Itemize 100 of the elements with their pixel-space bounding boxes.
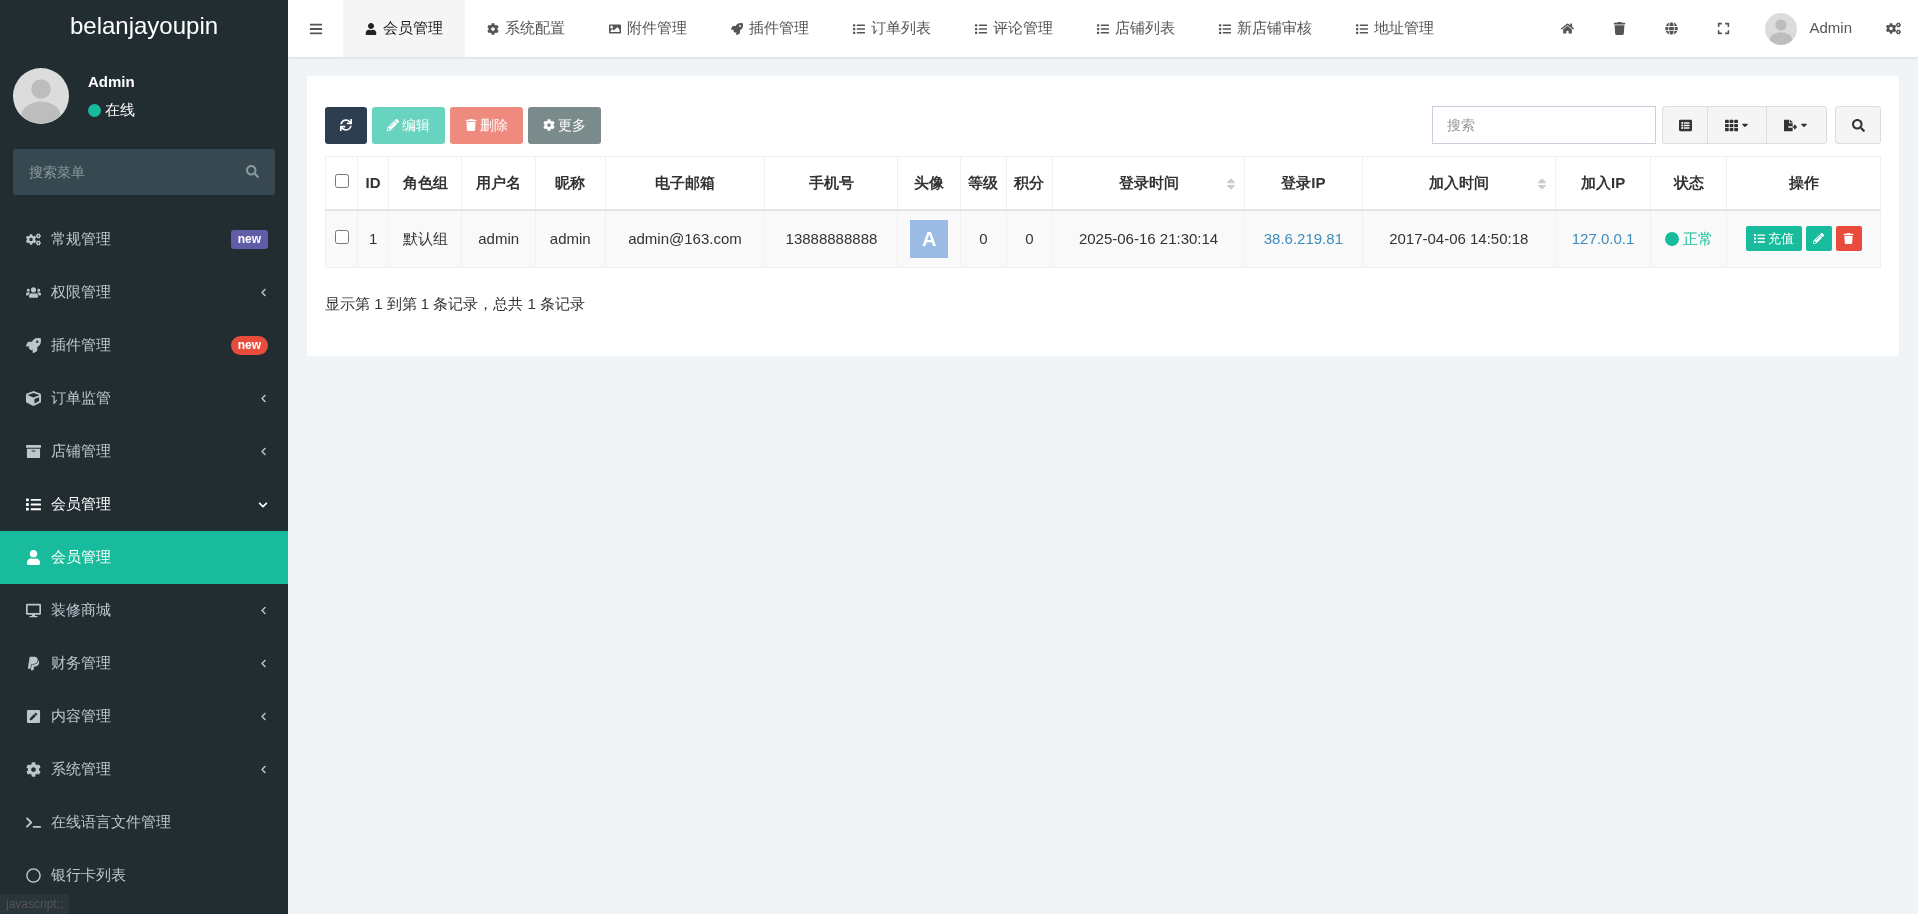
letter-avatar: A — [910, 219, 949, 258]
settings-icon — [543, 119, 555, 131]
column-header: 头像 — [914, 173, 945, 191]
column-header: 加入IP — [1580, 173, 1626, 191]
table-search-field[interactable]: 搜索 — [1432, 106, 1656, 144]
column-header: 操作 — [1788, 173, 1819, 191]
menu-item[interactable]: 店铺管理 — [0, 425, 288, 478]
menu-item[interactable]: 在线语言文件管理 — [0, 796, 288, 849]
cube-icon — [26, 391, 41, 406]
menu-label: 会员管理 — [51, 494, 112, 515]
user-name: Admin — [88, 71, 135, 92]
table-cell: admin — [478, 229, 520, 247]
menu-item[interactable]: 常规管理 new — [0, 213, 288, 266]
list-icon — [853, 22, 865, 35]
nav-tab[interactable]: 店铺列表 — [1075, 0, 1197, 57]
table-cell: 默认组 — [402, 229, 448, 247]
column-header: 角色组 — [402, 173, 448, 191]
menu-label: 装修商城 — [51, 600, 112, 621]
edit-row-icon[interactable] — [1805, 226, 1832, 252]
menu-item[interactable]: 会员管理 — [0, 478, 288, 531]
menu-label: 权限管理 — [51, 282, 112, 303]
menu-item[interactable]: 权限管理 — [0, 266, 288, 319]
header-user-name[interactable]: Admin — [1809, 17, 1852, 40]
rocket-icon — [731, 22, 743, 35]
list-icon — [1678, 118, 1692, 132]
column-header: ID — [365, 173, 381, 191]
menu-label: 插件管理 — [51, 335, 112, 356]
pagination-info: 显示第 1 到第 1 条记录，总共 1 条记录 — [325, 294, 587, 314]
brand-logo[interactable]: belanjayoupin — [69, 8, 219, 44]
menu-item[interactable]: 内容管理 — [0, 690, 288, 743]
list-icon — [1219, 22, 1231, 35]
menu-label: 财务管理 — [51, 653, 112, 674]
nav-tab[interactable]: 附件管理 — [587, 0, 709, 57]
list-icon — [26, 497, 41, 512]
refresh-button[interactable] — [325, 106, 367, 144]
user-icon — [365, 22, 377, 35]
settings-icon — [26, 762, 41, 777]
nav-tab[interactable]: 系统配置 — [465, 0, 587, 57]
menu-item[interactable]: 订单监管 — [0, 372, 288, 425]
list-icon — [1356, 22, 1368, 35]
monitor-icon — [26, 603, 41, 618]
column-header: 用户名 — [476, 173, 522, 191]
column-header: 昵称 — [555, 173, 586, 191]
terminal-icon — [26, 815, 41, 830]
column-header: 等级 — [968, 173, 999, 191]
delete-row-icon[interactable] — [1835, 226, 1862, 252]
menu-label: 常规管理 — [51, 229, 112, 250]
menu-item[interactable]: 财务管理 — [0, 637, 288, 690]
more-button[interactable]: 更多 — [528, 106, 601, 144]
nav-tab[interactable]: 新店铺审核 — [1197, 0, 1334, 57]
nav-tab[interactable]: 插件管理 — [709, 0, 831, 57]
list-icon — [1097, 22, 1109, 35]
search-button[interactable] — [1835, 106, 1881, 144]
header-avatar-icon — [1765, 12, 1798, 45]
export-icon — [1784, 118, 1797, 132]
menu-item[interactable]: 插件管理 new — [0, 319, 288, 372]
column-header: 手机号 — [808, 173, 854, 191]
user-icon — [26, 550, 41, 565]
menu-label: 系统管理 — [51, 759, 112, 780]
menu-label: 店铺管理 — [51, 441, 112, 462]
nav-tab[interactable]: 地址管理 — [1334, 0, 1456, 57]
nav-tab[interactable]: 评论管理 — [953, 0, 1075, 57]
search-icon — [246, 165, 259, 178]
menu-item[interactable]: 装修商城 — [0, 584, 288, 637]
table-cell: 0 — [979, 229, 988, 247]
table-cell: 0 — [1025, 229, 1034, 247]
column-header: 积分 — [1014, 173, 1045, 191]
table-cell: 2017-04-06 14:50:18 — [1389, 229, 1529, 247]
menu-label: 银行卡列表 — [51, 865, 127, 886]
nav-tab[interactable]: 会员管理 — [343, 0, 465, 57]
nav-tab[interactable]: 订单列表 — [831, 0, 953, 57]
grid-icon — [1724, 118, 1738, 132]
status-label: 正常 — [1682, 228, 1713, 249]
refresh-icon — [340, 119, 352, 131]
table-cell: admin — [549, 229, 591, 247]
row-checkbox[interactable] — [334, 229, 349, 244]
user-status: 在线 — [105, 100, 135, 120]
list-icon — [1753, 233, 1765, 245]
new-badge: new — [230, 230, 268, 249]
menu-label: 内容管理 — [51, 706, 112, 727]
table-cell: 1 — [368, 229, 378, 247]
table-cell: 13888888888 — [785, 229, 878, 247]
menu-search-field[interactable]: 搜索菜单 — [13, 149, 275, 195]
column-header: 电子邮箱 — [654, 173, 715, 191]
select-all-checkbox[interactable] — [334, 173, 349, 188]
new-badge: new — [230, 336, 268, 355]
list-icon — [975, 22, 987, 35]
trash-icon — [465, 119, 477, 131]
menu-label: 会员管理 — [51, 547, 112, 568]
settings-icon — [487, 22, 499, 35]
column-header: 状态 — [1673, 173, 1704, 191]
gears-icon — [26, 232, 41, 247]
column-header[interactable]: 登录时间 — [1118, 173, 1179, 191]
table-cell: admin@163.com — [628, 229, 742, 247]
edit-icon — [26, 709, 41, 724]
menu-item[interactable]: 系统管理 — [0, 743, 288, 796]
avatar-icon — [13, 68, 69, 124]
column-header[interactable]: 加入时间 — [1428, 173, 1489, 191]
table-cell: 2025-06-16 21:30:14 — [1078, 229, 1219, 247]
search-icon — [1851, 118, 1865, 132]
